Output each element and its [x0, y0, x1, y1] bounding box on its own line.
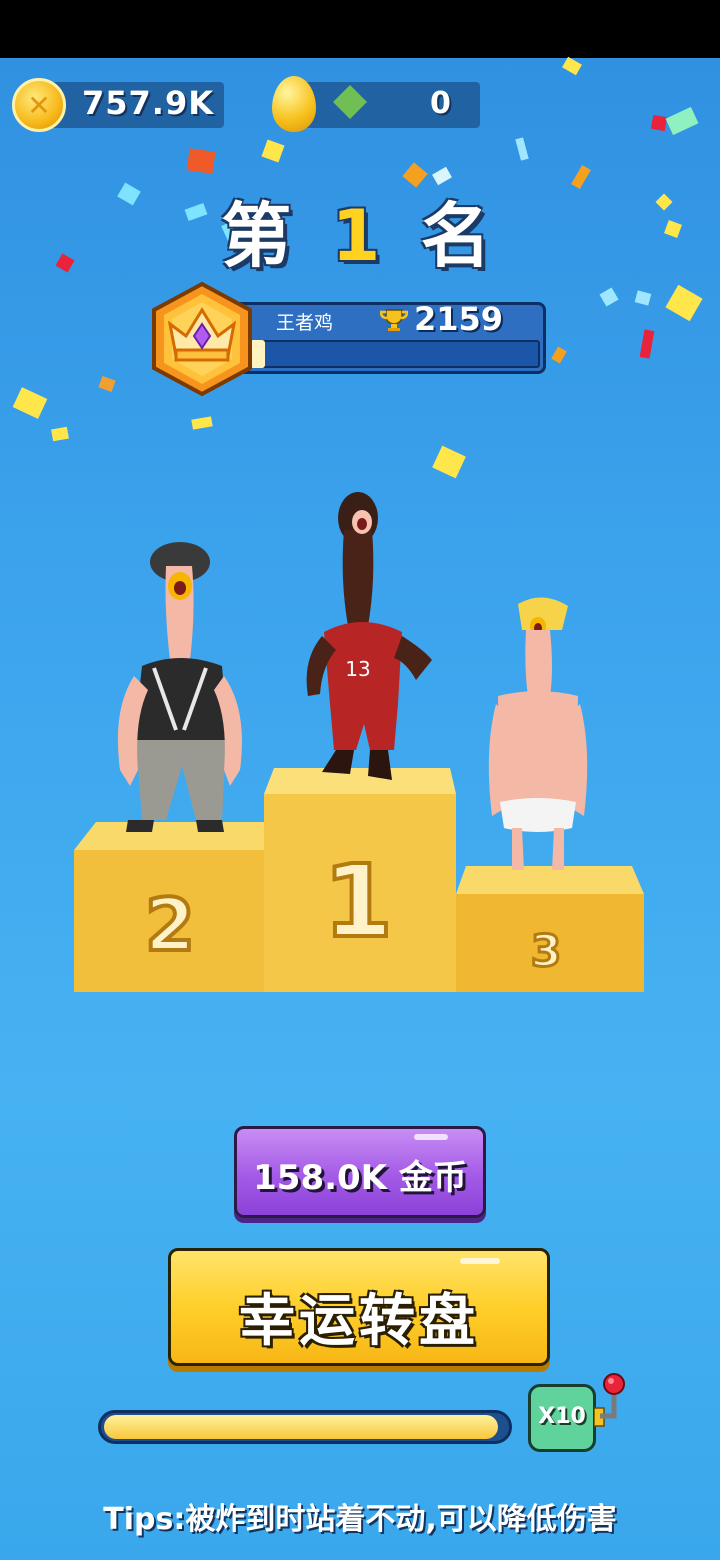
slot-lever-icon [594, 1373, 625, 1427]
rank-prefix: 第 [221, 195, 300, 277]
lucky-wheel-label[interactable]: 幸运转盘 [168, 1276, 550, 1357]
rank-progress-track [250, 340, 540, 368]
golden-egg-icon [272, 76, 316, 132]
gem-counter [300, 82, 480, 128]
player-name: 王者鸡 [276, 312, 334, 334]
podium-scene: 13 2 1 3 [74, 492, 644, 992]
rank-suffix: 名 [420, 195, 499, 277]
gem-amount: 0 [430, 86, 451, 121]
place-label-second: 2 [145, 883, 195, 967]
coin-amount: 757.9K [82, 84, 215, 122]
gameplay-tip: Tips:被炸到时站着不动,可以降低伤害 [103, 1502, 617, 1537]
status-bar [0, 0, 720, 58]
rank-badge-icon [152, 281, 252, 397]
rank-number: 1 [331, 195, 389, 277]
coin-reward-label[interactable]: 158.0K 金币 [234, 1150, 486, 1199]
character-third-place [488, 597, 588, 870]
trophy-count: 2159 [414, 300, 504, 338]
rank-title: 第 1 名 [0, 180, 720, 281]
multiplier-progress-fill [104, 1415, 498, 1439]
coin-icon: ✕ [12, 78, 66, 132]
svg-text:13: 13 [345, 657, 370, 681]
place-label-third: 3 [531, 926, 562, 977]
trophy-icon [380, 309, 408, 331]
character-first-place: 13 [306, 492, 432, 780]
button-shine [414, 1134, 448, 1140]
place-label-first: 1 [323, 843, 393, 960]
button-shine [460, 1258, 500, 1264]
character-second-place [117, 542, 242, 832]
multiplier-label[interactable]: X10 [528, 1404, 596, 1429]
